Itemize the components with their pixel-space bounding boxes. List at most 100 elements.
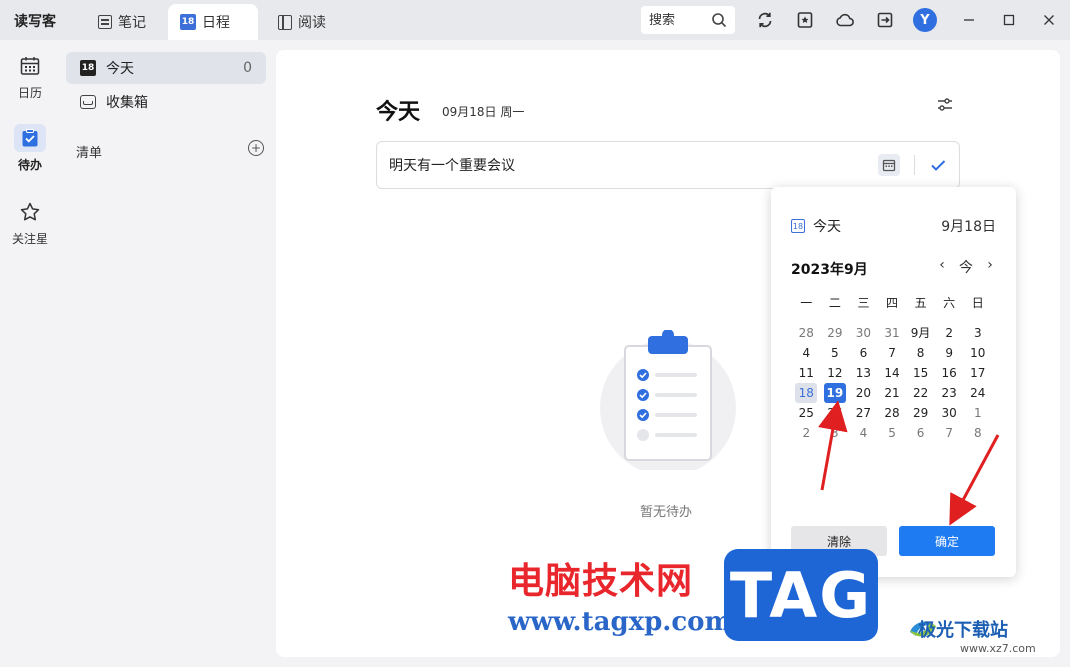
day-cell[interactable]: 3 — [821, 423, 850, 443]
day-cell[interactable]: 29 — [906, 403, 935, 423]
list-inbox-label: 收集箱 — [106, 95, 148, 111]
day-cell-selected[interactable]: 19 — [821, 383, 850, 403]
minimize-icon[interactable] — [958, 9, 980, 31]
check-icon[interactable] — [929, 156, 947, 174]
day-cell[interactable]: 21 — [878, 383, 907, 403]
calendar-18-icon: 18 — [180, 14, 196, 30]
day-cell[interactable]: 11 — [792, 363, 821, 383]
rail-item-calendar[interactable]: 日历 — [0, 52, 60, 101]
watermark-site-url: www.tagxp.com — [508, 607, 733, 637]
calendar-week-row: 4 5 6 7 8 9 10 — [792, 343, 992, 363]
weekday-header: 一二三四五六日 — [792, 293, 992, 313]
day-cell[interactable]: 3 — [963, 323, 992, 343]
watermark-jiguang-name: 极光下载站 — [918, 620, 1008, 641]
day-label: 30 — [941, 406, 957, 420]
rail-item-starred[interactable]: 关注星 — [0, 198, 60, 247]
day-cell[interactable]: 7 — [878, 343, 907, 363]
tab-schedule[interactable]: 18 日程 — [168, 4, 258, 40]
day-cell[interactable]: 14 — [878, 363, 907, 383]
day-cell[interactable]: 16 — [935, 363, 964, 383]
maximize-icon[interactable] — [998, 9, 1020, 31]
day-cell[interactable]: 9 — [935, 343, 964, 363]
day-cell[interactable]: 6 — [849, 343, 878, 363]
day-label: 9 — [945, 346, 953, 360]
star-icon — [20, 202, 40, 221]
rail-todo-label: 待办 — [17, 158, 42, 172]
tab-read[interactable]: 阅读 — [266, 4, 346, 40]
calendar-icon — [882, 159, 896, 172]
rail-item-todo[interactable]: 待办 — [0, 124, 60, 173]
day-cell[interactable]: 13 — [849, 363, 878, 383]
day-label: 29 — [912, 406, 929, 420]
add-list-icon[interactable]: + — [248, 140, 264, 156]
day-cell[interactable]: 23 — [935, 383, 964, 403]
calendar-icon — [20, 57, 40, 75]
day-label: 20 — [855, 386, 872, 400]
day-cell[interactable]: 2 — [935, 323, 964, 343]
tab-notes[interactable]: 笔记 — [86, 4, 168, 40]
day-cell[interactable]: 4 — [849, 423, 878, 443]
search-input[interactable] — [649, 12, 701, 28]
favorite-note-icon[interactable] — [794, 9, 816, 31]
day-cell[interactable]: 17 — [963, 363, 992, 383]
export-icon[interactable] — [874, 9, 896, 31]
day-label: 28 — [798, 326, 814, 340]
day-cell[interactable]: 25 — [792, 403, 821, 423]
day-cell[interactable]: 27 — [849, 403, 878, 423]
next-month-button[interactable]: › — [981, 257, 999, 273]
day-label: 3 — [831, 426, 839, 440]
today-count: 0 — [243, 60, 252, 76]
day-label: 8 — [916, 346, 925, 360]
day-cell[interactable]: 31 — [878, 323, 907, 343]
picker-today-shortcut[interactable]: 18 今天 — [791, 216, 841, 236]
due-date-button[interactable] — [878, 154, 900, 176]
settings-sliders-icon[interactable] — [936, 96, 954, 114]
day-label: 7 — [945, 426, 953, 440]
day-cell[interactable]: 22 — [906, 383, 935, 403]
day-cell[interactable]: 8 — [906, 343, 935, 363]
day-label: 5 — [888, 426, 896, 440]
day-label: 2 — [802, 426, 811, 440]
day-cell[interactable]: 24 — [963, 383, 992, 403]
prev-month-button[interactable]: ‹ — [933, 257, 951, 273]
day-label: 17 — [970, 366, 986, 380]
list-item-today[interactable]: 18 今天 0 — [66, 52, 266, 84]
list-item-inbox[interactable]: 收集箱 — [66, 86, 266, 118]
avatar[interactable]: Y — [913, 8, 937, 32]
day-cell[interactable]: 9月 — [906, 323, 935, 343]
close-icon[interactable] — [1038, 9, 1060, 31]
task-input[interactable] — [389, 157, 878, 173]
tab-schedule-label: 日程 — [202, 15, 230, 31]
search-icon[interactable] — [711, 12, 727, 28]
task-input-box[interactable] — [376, 141, 960, 189]
search-box[interactable] — [641, 6, 735, 34]
day-cell[interactable]: 15 — [906, 363, 935, 383]
day-cell[interactable]: 7 — [935, 423, 964, 443]
cloud-icon[interactable] — [834, 9, 856, 31]
day-cell[interactable]: 12 — [821, 363, 850, 383]
day-cell[interactable]: 5 — [878, 423, 907, 443]
day-cell[interactable]: 28 — [878, 403, 907, 423]
day-label: 4 — [859, 426, 868, 440]
day-cell-today[interactable]: 18 — [792, 383, 821, 403]
day-cell[interactable]: 30 — [849, 323, 878, 343]
weekday-label: 三 — [857, 296, 870, 310]
day-cell[interactable]: 6 — [906, 423, 935, 443]
day-cell[interactable]: 30 — [935, 403, 964, 423]
current-month-button[interactable]: 今 — [957, 257, 975, 277]
sync-icon[interactable] — [754, 9, 776, 31]
day-cell[interactable]: 10 — [963, 343, 992, 363]
day-cell[interactable]: 4 — [792, 343, 821, 363]
date-picker-popup: 18 今天 9月18日 2023年9月 ‹ 今 › 一二三四五六日 28 29 30… — [771, 187, 1016, 577]
day-cell[interactable]: 5 — [821, 343, 850, 363]
day-cell[interactable]: 20 — [849, 383, 878, 403]
empty-clipboard-illustration — [600, 330, 736, 470]
day-cell[interactable]: 2 — [792, 423, 821, 443]
tab-notes-label: 笔记 — [118, 15, 146, 31]
day-cell[interactable]: 28 — [792, 323, 821, 343]
day-cell[interactable]: 26 — [821, 403, 850, 423]
day-cell[interactable]: 1 — [963, 403, 992, 423]
confirm-button[interactable]: 确定 — [899, 526, 995, 556]
day-cell[interactable]: 29 — [821, 323, 850, 343]
day-cell[interactable]: 8 — [963, 423, 992, 443]
